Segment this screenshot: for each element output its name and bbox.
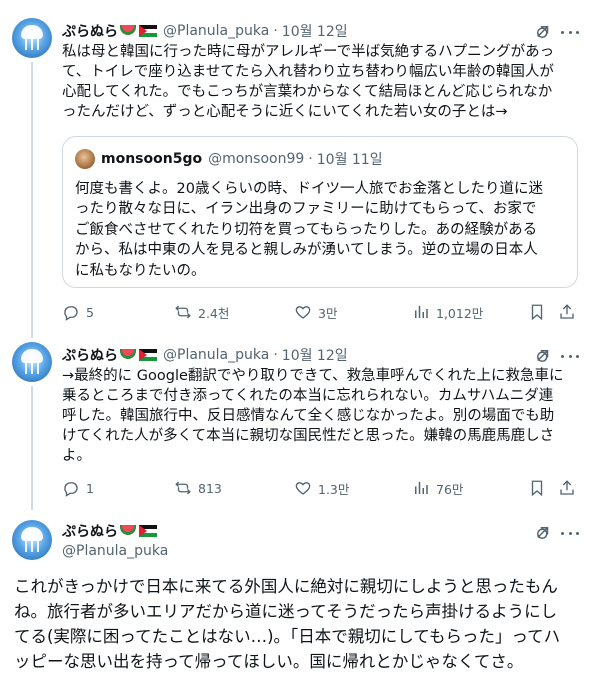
quote-author-handle[interactable]: @monsoon99 — [208, 151, 304, 167]
action-bar: 5 2.4천 3만 1,012만 — [62, 302, 582, 322]
author-handle[interactable]: @Planula_puka — [163, 23, 269, 39]
reply-count: 5 — [86, 304, 94, 320]
quote-avatar[interactable] — [75, 149, 95, 169]
like-button[interactable]: 3만 — [294, 302, 337, 322]
palestine-flag-emoji — [139, 525, 157, 537]
quote-date[interactable]: 10월 11일 — [317, 149, 383, 169]
reply-icon — [64, 306, 78, 321]
author-handle[interactable]: @Planula_puka — [163, 347, 269, 363]
text-line: ッピーな思い出を持って帰ってほしい。国に帰れとかじゃなくてさ。 — [14, 652, 524, 671]
watermelon-emoji — [120, 349, 136, 361]
retweet-icon — [175, 305, 191, 319]
watermelon-emoji — [120, 525, 136, 537]
retweet-count: 813 — [198, 480, 222, 496]
text-line: ったり散々な日に、イラン出身のファミリーに助けてもらって、お家で — [75, 201, 537, 218]
retweet-icon — [175, 481, 191, 495]
text-line: ったんだけど、ずっと心配そうに近くにいてくれた若い女の子とは→ — [62, 104, 508, 120]
text-line: 乗るところまで付き添ってくれたの本当に忘れられない。カムサハムニダ連 — [62, 388, 554, 404]
separator-dot: · — [308, 151, 313, 167]
author-name[interactable]: ぷらぬら — [62, 345, 118, 365]
text-line: ね。旅行者が多いエリアだから道に迷ってそうだったら声掛けるようにし — [14, 602, 558, 621]
thread-line — [31, 386, 33, 510]
text-line: て、トイレで座り込ませてたら入れ替わり立ち替わり幅広い年齢の韓国人が — [62, 64, 554, 80]
more-icon[interactable] — [561, 23, 579, 41]
palestine-flag-emoji — [139, 25, 157, 37]
author-handle[interactable]: @Planula_puka — [62, 543, 168, 559]
thread-line — [31, 62, 33, 338]
grok-icon[interactable] — [534, 23, 552, 41]
reply-icon — [64, 482, 78, 497]
reply-button[interactable]: 5 — [62, 302, 94, 322]
text-line: 何度も書くよ。20歳くらいの時、ドイツ一人旅でお金落としたり道に迷 — [75, 181, 543, 197]
share-icon[interactable] — [558, 479, 576, 497]
quote-header: monsoon5go @monsoon99 · 10월 11일 — [101, 148, 383, 170]
retweet-button[interactable]: 813 — [174, 478, 222, 498]
more-icon[interactable] — [561, 524, 579, 542]
tweet-header: ぷらぬら @Planula_puka · 10월 12일 — [62, 20, 348, 42]
share-icon[interactable] — [558, 303, 576, 321]
main-tweet[interactable]: ぷらぬら @Planula_puka これがきっかけで日本に来てる外国人に絶対に… — [0, 510, 590, 674]
text-line: てる(実際に困ってたことはない…)。「日本で親切にしてもらった」ってハ — [14, 627, 561, 646]
text-line: →最終的に Google翻訳でやり取りできて、救急車呼んでくれた上に救急車に — [62, 368, 564, 384]
quote-text: 何度も書くよ。20歳くらいの時、ドイツ一人旅でお金落としたり道に迷 ったり散々な… — [75, 179, 565, 281]
tweet-date[interactable]: 10월 12일 — [282, 21, 348, 41]
separator-dot: · — [273, 23, 278, 39]
text-line: から、私は中東の人を見ると親しみが湧いてしまう。逆の立場の日本人 — [75, 242, 538, 259]
text-line: 私は母と韓国に行った時に母がアレルギーで半ば気絶するハプニングがあっ — [62, 44, 555, 60]
reply-count: 1 — [86, 480, 94, 496]
retweet-count: 2.4천 — [198, 305, 230, 321]
tweet-date[interactable]: 10월 12일 — [282, 345, 348, 365]
view-count: 1,012만 — [436, 305, 484, 321]
views-button[interactable]: 76만 — [412, 478, 463, 498]
action-bar: 1 813 1.3만 76만 — [62, 478, 582, 498]
main-tweet-text: これがきっかけで日本に来てる外国人に絶対に親切にしようと思ったもん ね。旅行者が… — [14, 574, 584, 674]
heart-icon — [295, 482, 311, 495]
more-icon[interactable] — [561, 347, 579, 365]
tweet-header: ぷらぬら — [62, 520, 157, 542]
tweet-2[interactable]: ぷらぬら @Planula_puka · 10월 12일 →最終的に Googl… — [0, 340, 590, 510]
watermelon-emoji — [120, 25, 136, 37]
views-icon — [415, 306, 428, 318]
tweet-1[interactable]: ぷらぬら @Planula_puka · 10월 12일 私は母と韓国に行った時… — [0, 0, 590, 340]
handle-row: @Planula_puka — [62, 540, 168, 562]
author-avatar[interactable] — [12, 18, 52, 58]
text-line: これがきっかけで日本に来てる外国人に絶対に親切にしようと思ったもん — [14, 577, 558, 596]
like-count: 1.3만 — [318, 481, 350, 497]
bookmark-icon[interactable] — [528, 479, 546, 497]
views-button[interactable]: 1,012만 — [412, 302, 483, 322]
text-line: 心配してくれた。でもこっちが言葉わからなくて結局ほとんど応じられなか — [62, 84, 553, 100]
author-name[interactable]: ぷらぬら — [62, 21, 118, 41]
text-line: ご飯食べさせてくれたり切符を買ってもらったりした。あの経験がある — [75, 221, 538, 238]
tweet-text: 私は母と韓国に行った時に母がアレルギーで半ば気絶するハプニングがあっ て、トイレ… — [62, 42, 582, 122]
quoted-tweet[interactable]: monsoon5go @monsoon99 · 10월 11일 何度も書くよ。2… — [62, 136, 578, 288]
retweet-button[interactable]: 2.4천 — [174, 302, 229, 322]
author-name[interactable]: ぷらぬら — [62, 521, 118, 541]
like-count: 3만 — [318, 305, 338, 321]
text-line: 呼した。韓国旅行中、反日感情なんて全く感じなかったよ。別の場面でも助 — [62, 408, 555, 424]
view-count: 76만 — [436, 481, 464, 497]
grok-icon[interactable] — [534, 524, 552, 542]
tweet-header: ぷらぬら @Planula_puka · 10월 12일 — [62, 344, 348, 366]
like-button[interactable]: 1.3만 — [294, 478, 349, 498]
palestine-flag-emoji — [139, 349, 157, 361]
author-avatar[interactable] — [12, 342, 52, 382]
separator-dot: · — [273, 347, 278, 363]
tweet-text: →最終的に Google翻訳でやり取りできて、救急車呼んでくれた上に救急車に 乗… — [62, 366, 582, 466]
reply-button[interactable]: 1 — [62, 478, 94, 498]
text-line: よ。 — [62, 448, 91, 464]
grok-icon[interactable] — [534, 347, 552, 365]
quote-author-name[interactable]: monsoon5go — [101, 151, 202, 167]
heart-icon — [295, 306, 311, 319]
author-avatar[interactable] — [12, 520, 52, 560]
text-line: に私もなりたいの。 — [75, 262, 206, 279]
views-icon — [415, 482, 428, 494]
bookmark-icon[interactable] — [528, 303, 546, 321]
text-line: けてくれた人が多くて本当に親切な国民性だと思った。嫌韓の馬鹿馬鹿しさ — [62, 428, 555, 444]
